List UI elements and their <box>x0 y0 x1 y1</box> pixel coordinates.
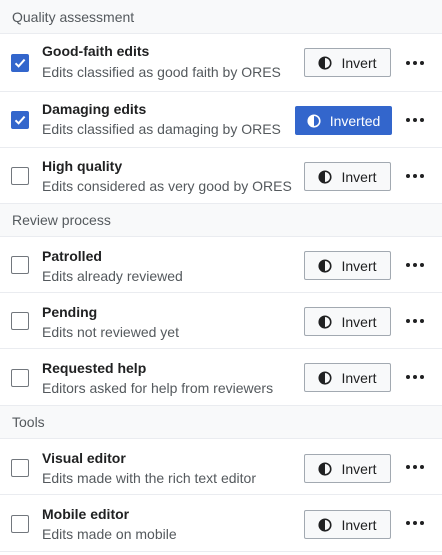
filter-row-patrolled[interactable]: Patrolled Edits already reviewed Invert <box>0 237 442 293</box>
filter-description: Edits made on mobile <box>42 526 177 542</box>
ellipsis-icon <box>406 174 424 178</box>
row-menu-button[interactable] <box>403 367 427 387</box>
filter-title: Mobile editor <box>42 506 130 522</box>
row-menu-button[interactable] <box>403 311 427 331</box>
ellipsis-icon <box>406 375 424 379</box>
contrast-icon <box>318 169 333 184</box>
checkbox[interactable] <box>11 256 29 274</box>
ellipsis-icon <box>406 319 424 323</box>
filter-title: Patrolled <box>42 248 102 264</box>
section-header-review-process: Review process <box>0 204 442 237</box>
filter-title: Pending <box>42 304 98 320</box>
invert-button-label: Invert <box>341 460 377 477</box>
contrast-icon <box>318 370 333 385</box>
invert-button-label: Invert <box>341 516 377 533</box>
filter-title: Visual editor <box>42 450 126 466</box>
checkbox[interactable] <box>11 167 29 185</box>
checkbox[interactable] <box>11 369 29 387</box>
invert-button-label: Invert <box>341 257 377 274</box>
contrast-icon <box>318 461 333 476</box>
row-menu-button[interactable] <box>403 457 427 477</box>
invert-button[interactable]: Invert <box>304 454 391 483</box>
invert-button-label: Invert <box>341 168 377 185</box>
row-menu-button[interactable] <box>403 513 427 533</box>
filter-row-damaging-edits[interactable]: Damaging edits Edits classified as damag… <box>0 92 442 148</box>
row-menu-button[interactable] <box>403 166 427 186</box>
invert-button-label: Inverted <box>329 112 381 129</box>
ellipsis-icon <box>406 465 424 469</box>
ellipsis-icon <box>406 61 424 65</box>
ellipsis-icon <box>406 521 424 525</box>
checkbox[interactable] <box>11 459 29 477</box>
invert-button[interactable]: Invert <box>304 510 391 539</box>
invert-button-label: Invert <box>341 369 377 386</box>
filter-row-pending[interactable]: Pending Edits not reviewed yet Invert <box>0 293 442 349</box>
row-menu-button[interactable] <box>403 255 427 275</box>
invert-button[interactable]: Invert <box>304 307 391 336</box>
row-menu-button[interactable] <box>403 110 427 130</box>
ellipsis-icon <box>406 263 424 267</box>
invert-button[interactable]: Invert <box>304 363 391 392</box>
filter-description: Edits already reviewed <box>42 268 183 284</box>
contrast-icon <box>318 55 333 70</box>
checkbox[interactable] <box>11 54 29 72</box>
filter-description: Editors asked for help from reviewers <box>42 380 274 396</box>
section-header-quality-assessment: Quality assessment <box>0 0 442 34</box>
contrast-icon <box>318 314 333 329</box>
filter-row-good-faith-edits[interactable]: Good-faith edits Edits classified as goo… <box>0 34 442 92</box>
filter-title: Good-faith edits <box>42 43 150 59</box>
filter-description: Edits classified as good faith by ORES <box>42 64 281 80</box>
contrast-icon <box>307 113 321 128</box>
invert-button[interactable]: Invert <box>304 251 391 280</box>
invert-button-label: Invert <box>341 54 377 71</box>
invert-button[interactable]: Invert <box>304 48 391 77</box>
checkbox[interactable] <box>11 111 29 129</box>
filter-row-high-quality[interactable]: High quality Edits considered as very go… <box>0 148 442 204</box>
invert-button[interactable]: Invert <box>304 162 391 191</box>
checkmark-icon <box>14 58 26 68</box>
filter-title: Damaging edits <box>42 101 147 117</box>
invert-button-label: Invert <box>341 313 377 330</box>
contrast-icon <box>318 517 333 532</box>
checkmark-icon <box>14 115 26 125</box>
section-header-tools: Tools <box>0 406 442 439</box>
checkbox[interactable] <box>11 515 29 533</box>
filter-description: Edits not reviewed yet <box>42 324 179 340</box>
filter-row-visual-editor[interactable]: Visual editor Edits made with the rich t… <box>0 439 442 495</box>
filter-title: Requested help <box>42 360 147 376</box>
contrast-icon <box>318 258 333 273</box>
filter-description: Edits made with the rich text editor <box>42 470 256 486</box>
row-menu-button[interactable] <box>403 53 427 73</box>
inverted-button[interactable]: Inverted <box>295 106 392 135</box>
filter-description: Edits considered as very good by ORES <box>42 178 292 194</box>
checkbox[interactable] <box>11 312 29 330</box>
filter-panel: Quality assessment Good-faith edits Edit… <box>0 0 442 552</box>
filter-title: High quality <box>42 158 123 174</box>
filter-description: Edits classified as damaging by ORES <box>42 121 281 137</box>
ellipsis-icon <box>406 118 424 122</box>
filter-row-mobile-editor[interactable]: Mobile editor Edits made on mobile Inver… <box>0 495 442 552</box>
filter-row-requested-help[interactable]: Requested help Editors asked for help fr… <box>0 349 442 406</box>
